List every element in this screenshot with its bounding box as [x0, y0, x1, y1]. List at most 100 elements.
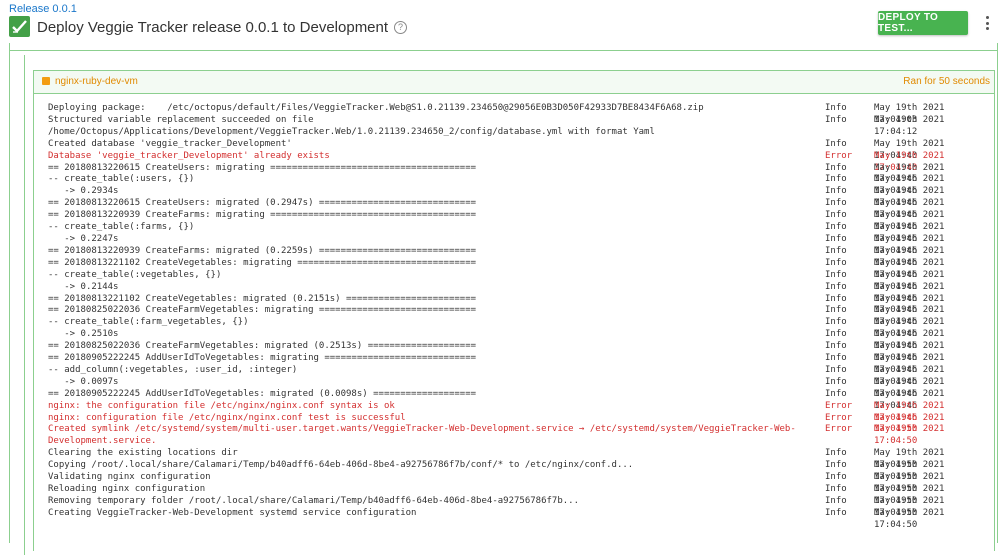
log-level: Info [825, 317, 847, 328]
log-row: Structured variable replacement succeede… [48, 115, 988, 139]
log-timestamp: May 19th 2021 17:04:50 [874, 507, 945, 530]
log-level: Error [825, 150, 853, 161]
log-message: Deploying package: /etc/octopus/default/… [48, 103, 704, 113]
success-status-icon [9, 16, 30, 37]
log-message: -> 0.2247s [48, 233, 119, 244]
breadcrumb-release[interactable]: Release 0.0.1 [9, 3, 77, 15]
log-row: == 20180813221102 CreateVegetables: migr… [48, 257, 988, 280]
frame-divider [10, 50, 997, 51]
log-message: == 20180905222245 AddUserIdToVegetables:… [48, 353, 477, 364]
log-level: Info [825, 222, 847, 233]
log-level: Info [825, 472, 847, 483]
target-header[interactable]: nginx-ruby-dev-vm Ran for 50 seconds [34, 71, 994, 94]
log-level: Info [825, 114, 847, 125]
log-level: Info [825, 448, 847, 459]
log-row: Created symlink /etc/systemd/system/mult… [48, 424, 988, 448]
log-message: == 20180813221102 CreateVegetables: migr… [48, 293, 477, 304]
log-row: -> 0.2144s Info May 19th 2021 17:04:46 [48, 282, 988, 304]
target-name: nginx-ruby-dev-vm [55, 76, 138, 87]
log-row: -> 0.2934s Info May 19th 2021 17:04:46 [48, 186, 988, 208]
log-level: Info [825, 293, 847, 304]
log-message: -- add_column(:vegetables, :user_id, :in… [48, 364, 298, 375]
log-level: Info [825, 233, 847, 244]
log-level: Info [825, 495, 847, 506]
log-message: nginx: the configuration file /etc/nginx… [48, 400, 395, 411]
log-row: -- create_table(:vegetables, {}) Info May … [48, 269, 988, 292]
log-message: -> 0.0097s [48, 376, 119, 387]
log-message: == 20180825022036 CreateFarmVegetables: … [48, 305, 477, 316]
log-level: Info [825, 245, 847, 256]
log-row: nginx: configuration file /etc/nginx/ngi… [48, 412, 988, 435]
log-message: Reloading nginx configuration [48, 484, 206, 494]
log-level: Info [825, 376, 847, 387]
deployment-target-panel: nginx-ruby-dev-vm Ran for 50 seconds Dep… [33, 70, 995, 551]
log-level: Info [825, 174, 847, 185]
log-message: Removing temporary folder /root/.local/s… [48, 495, 580, 506]
log-timestamp: May 19th 2021 17:04:12 [874, 114, 945, 137]
log-row: == 20180905222245 AddUserIdToVegetables:… [48, 353, 988, 375]
log-row: == 20180813220615 CreateUsers: migrating… [48, 162, 988, 185]
log-message: == 20180813220939 CreateFarms: migrating… [48, 210, 477, 221]
log-timestamp: May 19th 2021 17:04:50 [874, 424, 945, 447]
log-message: -- create_table(:farms, {}) [48, 222, 195, 233]
check-icon [12, 20, 27, 33]
log-level: Error [825, 412, 853, 423]
log-level: Info [825, 507, 847, 518]
log-row: -- create_table(:users, {}) Info May 19th … [48, 174, 988, 196]
log-message: == 20180813220615 CreateUsers: migrating… [48, 162, 477, 173]
log-message: == 20180905222245 AddUserIdToVegetables:… [48, 388, 477, 399]
deploy-to-test-button[interactable]: DEPLOY TO TEST... [878, 11, 968, 35]
log-level: Info [825, 341, 847, 352]
log-level: Info [825, 305, 847, 316]
log-message: -- create_table(:vegetables, {}) [48, 269, 222, 280]
log-row: == 20180905222245 AddUserIdToVegetables:… [48, 388, 988, 411]
log-row: Reloading nginx configuration Info May 19t… [48, 484, 988, 506]
log-level: Info [825, 364, 847, 375]
log-message: Structured variable replacement succeede… [48, 114, 655, 137]
log-message: == 20180813220939 CreateFarms: migrated … [48, 245, 477, 256]
log-level: Info [825, 210, 847, 221]
log-level: Info [825, 138, 847, 149]
log-row: Deploying package: /etc/octopus/default/… [48, 103, 988, 125]
log-level: Info [825, 353, 847, 364]
log-message: Validating nginx configuration [48, 472, 211, 483]
log-message: == 20180825022036 CreateFarmVegetables: … [48, 341, 477, 352]
log-message: Clearing the existing locations dir [48, 448, 238, 459]
log-row: == 20180813220939 CreateFarms: migrating… [48, 210, 988, 232]
log-row: == 20180813220615 CreateUsers: migrated … [48, 198, 988, 220]
log-row: == 20180825022036 CreateFarmVegetables: … [48, 305, 988, 327]
log-message: -> 0.2934s [48, 186, 119, 197]
minus-square-icon[interactable] [42, 77, 50, 85]
log-level: Info [825, 257, 847, 268]
log-row: Clearing the existing locations dir Info M… [48, 448, 988, 470]
log-row: Copying /root/.local/share/Calamari/Temp… [48, 460, 988, 482]
log-message: Created database 'veggie_tracker_Develop… [48, 138, 292, 149]
log-level: Info [825, 269, 847, 280]
log-level: Info [825, 186, 847, 197]
log-row: == 20180813221102 CreateVegetables: migr… [48, 293, 988, 316]
log-row: Creating VeggieTracker-Web-Development s… [48, 507, 988, 530]
log-row: -> 0.0097s Info May 19th 2021 17:04:46 [48, 376, 988, 399]
log-level: Info [825, 162, 847, 173]
log-row: nginx: the configuration file /etc/nginx… [48, 400, 988, 423]
log-row: Database 'veggie_tracker_Development' al… [48, 150, 988, 173]
log-message: Created symlink /etc/systemd/system/mult… [48, 424, 796, 447]
log-message: -> 0.2510s [48, 329, 119, 340]
log-message: Database 'veggie_tracker_Development' al… [48, 150, 330, 161]
log-message: -- create_table(:farm_vegetables, {}) [48, 317, 249, 328]
log-level: Info [825, 103, 847, 113]
log-level: Info [825, 484, 847, 494]
page-title-text: Deploy Veggie Tracker release 0.0.1 to D… [37, 19, 389, 36]
log-row: -- create_table(:farms, {}) Info May 19th … [48, 222, 988, 244]
log-message: -- create_table(:users, {}) [48, 174, 195, 185]
more-vert-icon[interactable] [983, 16, 991, 30]
log-row: == 20180825022036 CreateFarmVegetables: … [48, 341, 988, 363]
log-row: == 20180813220939 CreateFarms: migrated … [48, 245, 988, 268]
log-message: == 20180813221102 CreateVegetables: migr… [48, 257, 477, 268]
log-level: Info [825, 460, 847, 471]
log-level: Info [825, 198, 847, 209]
log-level: Error [825, 424, 853, 435]
task-log: Deploying package: /etc/octopus/default/… [48, 103, 988, 530]
page-title: Deploy Veggie Tracker release 0.0.1 to D… [37, 19, 408, 36]
help-icon[interactable]: ? [394, 21, 408, 34]
